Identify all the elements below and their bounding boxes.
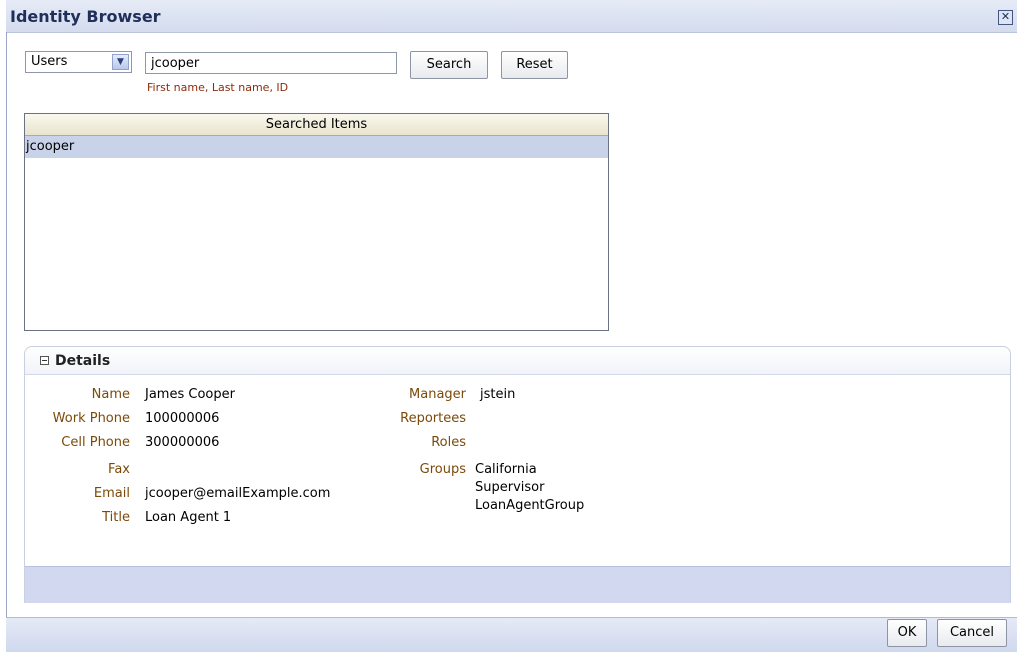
chevron-down-icon[interactable]: ▼ [112, 54, 129, 70]
cell-phone-value: 300000006 [145, 435, 220, 450]
title-bar: Identity Browser ✕ [6, 0, 1017, 33]
details-footer [25, 566, 1010, 603]
email-value: jcooper@emailExample.com [145, 486, 331, 501]
type-select-value: Users [31, 54, 68, 69]
fax-label: Fax [108, 462, 130, 477]
work-phone-label: Work Phone [52, 411, 130, 426]
groups-label: Groups [419, 462, 466, 477]
searched-items-table: Searched Items jcooper [24, 113, 609, 331]
details-title: Details [55, 353, 111, 369]
cancel-button[interactable]: Cancel [937, 619, 1007, 647]
close-icon[interactable]: ✕ [998, 10, 1013, 25]
type-select[interactable]: Users ▼ [25, 51, 132, 73]
reportees-label: Reportees [400, 411, 466, 426]
collapse-icon[interactable] [40, 356, 49, 365]
dialog-button-bar [6, 617, 1017, 652]
identity-browser-dialog: Identity Browser ✕ Users ▼ First name, L… [0, 0, 1017, 652]
reset-button[interactable]: Reset [501, 51, 568, 79]
email-label: Email [93, 486, 130, 501]
group-item: California [475, 462, 537, 477]
details-header[interactable]: Details [25, 347, 1010, 375]
name-label: Name [91, 387, 130, 402]
details-panel: Details Name James Cooper Work Phone 100… [24, 346, 1011, 603]
ok-button[interactable]: OK [887, 619, 927, 647]
roles-label: Roles [431, 435, 466, 450]
table-row[interactable]: jcooper [25, 136, 608, 158]
manager-value: jstein [480, 387, 516, 402]
group-item: LoanAgentGroup [475, 498, 585, 513]
group-item: Supervisor [475, 480, 545, 495]
dialog-title: Identity Browser [10, 7, 161, 26]
title-label: Title [102, 510, 130, 525]
name-value: James Cooper [145, 387, 235, 402]
search-input[interactable] [145, 52, 397, 74]
table-header: Searched Items [25, 114, 608, 136]
dialog-left-border [6, 32, 7, 617]
search-button[interactable]: Search [410, 51, 488, 79]
cell-phone-label: Cell Phone [61, 435, 130, 450]
manager-label: Manager [409, 387, 466, 402]
work-phone-value: 100000006 [145, 411, 220, 426]
title-value: Loan Agent 1 [145, 510, 232, 525]
search-hint: First name, Last name, ID [147, 81, 289, 94]
